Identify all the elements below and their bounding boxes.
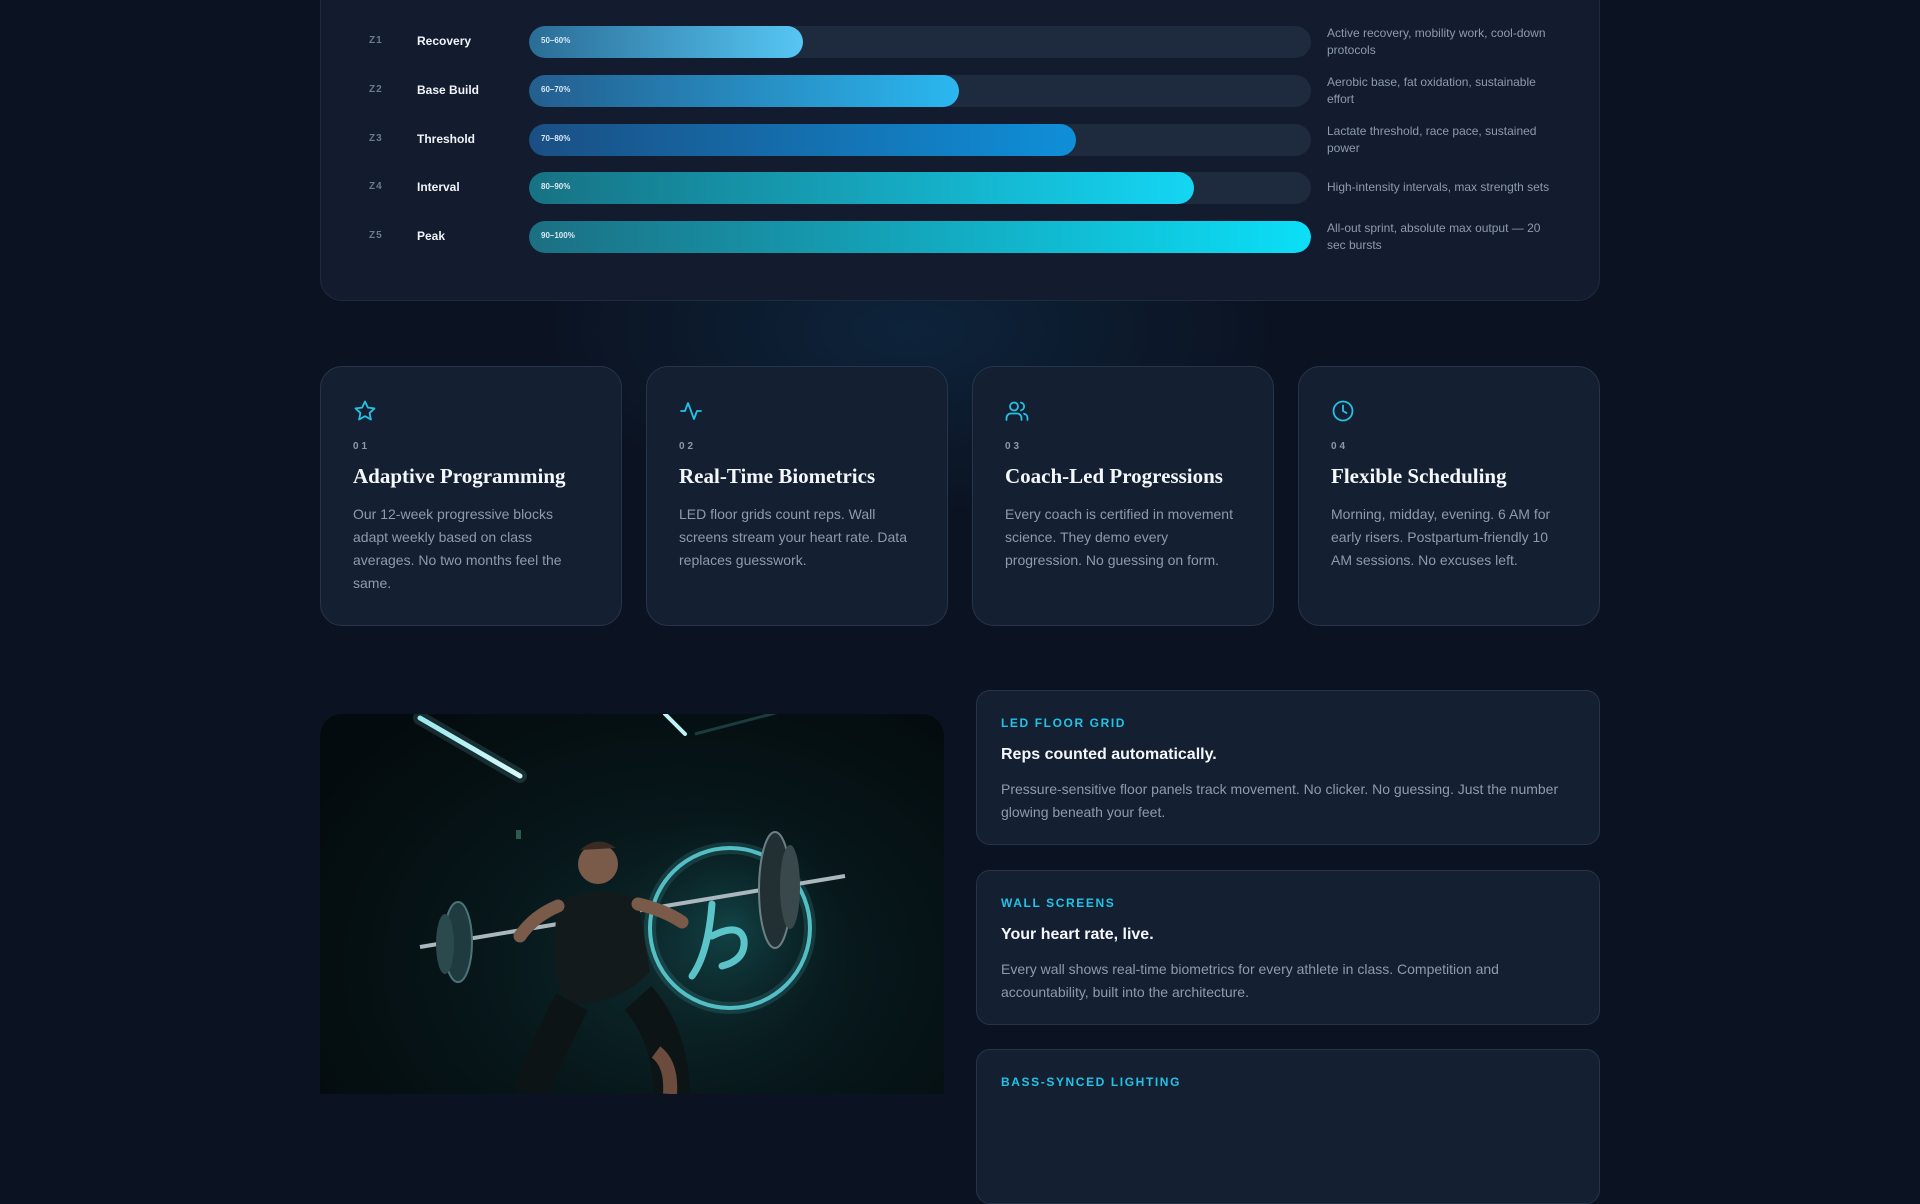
zone-description: High-intensity intervals, max strength s… [1327, 180, 1550, 194]
zone-description: All-out sprint, absolute max output — 20… [1327, 221, 1541, 252]
zone-row-z4: Z4 Interval 80–90% High-intensity interv… [321, 171, 1599, 205]
zone-name: Interval [417, 180, 460, 194]
clock-icon [1332, 400, 1354, 422]
zone-description: Active recovery, mobility work, cool-dow… [1327, 26, 1546, 57]
zone-code: Z3 [369, 133, 383, 144]
info-card-label: WALL SCREENS [1001, 896, 1116, 910]
info-card-title: Reps counted automatically. [1001, 746, 1217, 763]
feature-description: LED floor grids count reps. Wall screens… [679, 506, 907, 568]
feature-card-flexible-scheduling: 04 Flexible Scheduling Morning, midday, … [1298, 366, 1600, 626]
feature-card-coach-led-progressions: 03 Coach-Led Progressions Every coach is… [972, 366, 1274, 626]
users-icon [1005, 401, 1029, 421]
zone-code: Z1 [369, 35, 383, 46]
zone-range: 60–70% [541, 85, 571, 94]
info-card-led-floor-grid: LED FLOOR GRID Reps counted automaticall… [976, 690, 1600, 845]
zone-intensity-bar: 90–100% [529, 221, 1311, 253]
feature-card-adaptive-programming: 01 Adaptive Programming Our 12-week prog… [320, 366, 622, 626]
feature-number: 01 [353, 441, 371, 452]
feature-title: Coach-Led Progressions [1005, 464, 1223, 488]
zone-description: Aerobic base, fat oxidation, sustainable… [1327, 75, 1536, 106]
feature-number: 04 [1331, 441, 1349, 452]
athlete-squat-illustration [413, 714, 850, 1094]
zone-range: 70–80% [541, 134, 571, 143]
feature-title: Flexible Scheduling [1331, 464, 1507, 488]
zone-intensity-fill [529, 221, 1311, 253]
zone-description: Lactate threshold, race pace, sustained … [1327, 124, 1537, 155]
zone-intensity-bar: 60–70% [529, 75, 1311, 107]
zone-name: Peak [417, 229, 446, 243]
zone-intensity-bar: 50–60% [529, 26, 1311, 58]
zone-row-z3: Z3 Threshold 70–80% Lactate threshold, r… [321, 123, 1599, 157]
feature-number: 03 [1005, 441, 1023, 452]
zone-intensity-bar: 80–90% [529, 172, 1311, 204]
zone-range: 90–100% [541, 231, 575, 240]
athlete-squat-photo [320, 714, 944, 1094]
feature-title: Real-Time Biometrics [679, 464, 876, 488]
info-card-body: Pressure-sensitive floor panels track mo… [1001, 781, 1559, 820]
info-card-title: Your heart rate, live. [1001, 926, 1154, 943]
feature-description: Our 12-week progressive blocks adapt wee… [353, 506, 562, 591]
feature-description: Every coach is certified in movement sci… [1005, 506, 1233, 568]
info-card-bass-synced-lighting: BASS-SYNCED LIGHTING [976, 1049, 1600, 1204]
zone-name: Base Build [417, 83, 480, 97]
info-card-wall-screens: WALL SCREENS Your heart rate, live. Ever… [976, 870, 1600, 1025]
feature-number: 02 [679, 441, 697, 452]
zone-intensity-fill [529, 172, 1194, 204]
zone-intensity-fill [529, 75, 960, 107]
zone-intensity-bar: 70–80% [529, 124, 1311, 156]
zone-code: Z4 [369, 181, 383, 192]
zone-range: 80–90% [541, 182, 571, 191]
heart-rate-icon [680, 402, 702, 420]
zone-row-z5: Z5 Peak 90–100% All-out sprint, absolute… [321, 220, 1599, 254]
zone-name: Recovery [417, 34, 472, 48]
training-zones-panel: Z1 Recovery 50–60% Active recovery, mobi… [320, 0, 1600, 301]
zone-code: Z5 [369, 230, 383, 241]
star-icon [354, 400, 376, 421]
info-card-label: LED FLOOR GRID [1001, 716, 1127, 730]
zone-name: Threshold [417, 132, 476, 146]
feature-title: Adaptive Programming [353, 464, 566, 488]
feature-description: Morning, midday, evening. 6 AM for early… [1331, 506, 1551, 568]
zone-range: 50–60% [541, 36, 571, 45]
zone-intensity-fill [529, 124, 1077, 156]
zone-row-z2: Z2 Base Build 60–70% Aerobic base, fat o… [321, 74, 1599, 108]
zone-row-z1: Z1 Recovery 50–60% Active recovery, mobi… [321, 25, 1599, 59]
info-card-body: Every wall shows real-time biometrics fo… [1001, 961, 1499, 1000]
feature-card-real-time-biometrics: 02 Real-Time Biometrics LED floor grids … [646, 366, 948, 626]
info-card-label: BASS-SYNCED LIGHTING [1001, 1075, 1182, 1089]
zone-code: Z2 [369, 84, 383, 95]
